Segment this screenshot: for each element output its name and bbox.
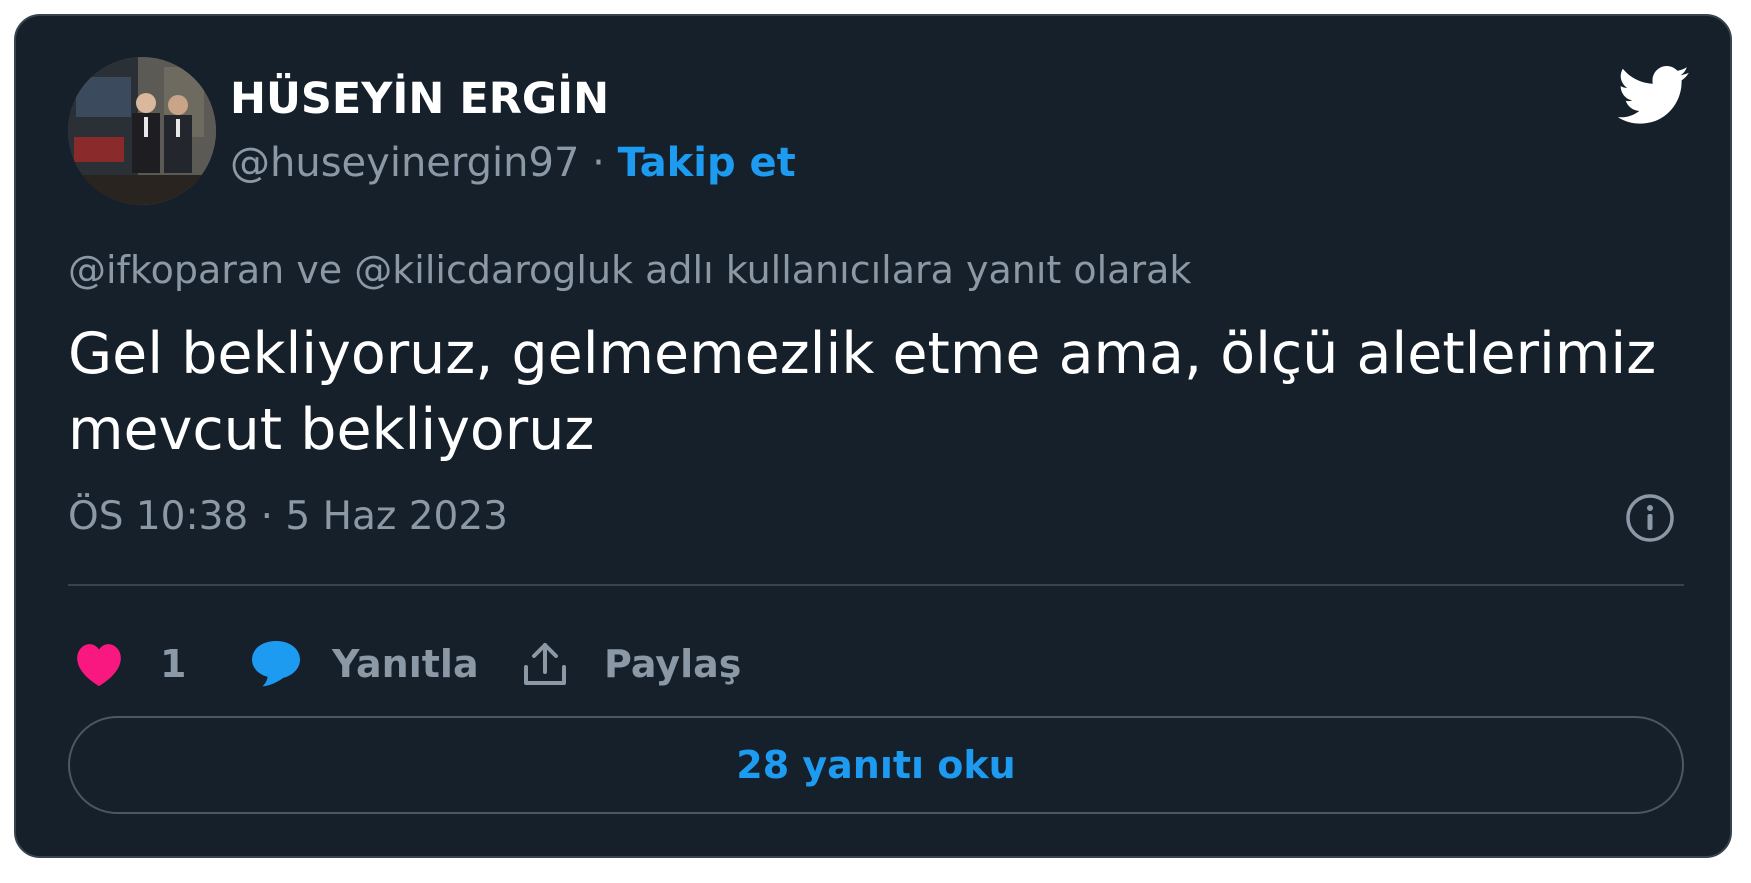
share-label: Paylaş	[604, 642, 742, 686]
action-bar: 1 Yanıtla Paylaş	[68, 614, 1684, 714]
avatar-photo	[68, 57, 216, 205]
speech-bubble-icon	[252, 641, 300, 687]
display-name[interactable]: HÜSEYİN ERGİN	[230, 74, 609, 124]
twitter-bird-icon[interactable]	[1618, 66, 1690, 126]
reply-button[interactable]: Yanıtla	[250, 614, 479, 714]
tweet-timestamp[interactable]: ÖS 10:38 · 5 Haz 2023	[68, 494, 508, 539]
like-count: 1	[160, 642, 187, 686]
read-replies-label: 28 yanıtı oku	[736, 743, 1016, 787]
author-handle[interactable]: @huseyinergin97	[230, 140, 579, 186]
heart-icon	[77, 644, 121, 687]
share-button[interactable]: Paylaş	[520, 614, 741, 714]
author-handle-row: @huseyinergin97 · Takip et	[230, 140, 796, 186]
tweet-card: HÜSEYİN ERGİN @huseyinergin97 · Takip et…	[14, 14, 1732, 858]
share-upload-icon	[524, 643, 566, 685]
avatar[interactable]	[68, 57, 216, 205]
reply-context: @ifkoparan ve @kilicdarogluk adlı kullan…	[68, 248, 1192, 292]
handle-separator: ·	[579, 140, 618, 186]
tweet-text-line-2: mevcut bekliyoruz	[68, 397, 595, 463]
divider	[68, 584, 1684, 586]
tweet-text-line-1: Gel bekliyoruz, gelmemezlik etme ama, öl…	[68, 321, 1657, 387]
info-icon[interactable]	[1624, 492, 1676, 544]
reply-label: Yanıtla	[332, 642, 479, 686]
follow-button[interactable]: Takip et	[618, 140, 796, 186]
read-replies-button[interactable]: 28 yanıtı oku	[68, 716, 1684, 814]
like-button[interactable]: 1	[74, 614, 186, 714]
tweet-text: Gel bekliyoruz, gelmemezlik etme ama, öl…	[68, 316, 1668, 468]
